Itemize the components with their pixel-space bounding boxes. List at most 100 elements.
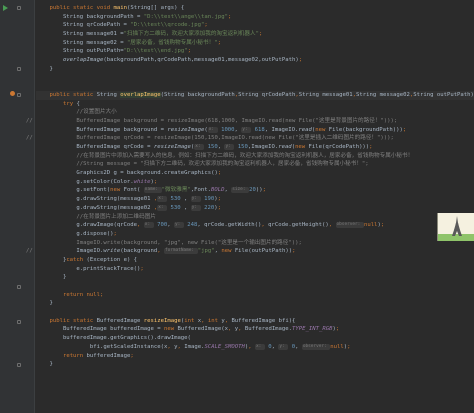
code-line[interactable]: //设置图片大小 <box>36 108 474 117</box>
code-line[interactable]: String outPutPath="D:\\test\\end.jpg"; <box>36 47 474 56</box>
code-token: (backgroundPath,qrCodePath,message01,mes… <box>103 57 299 64</box>
code-token: 20 <box>249 187 256 194</box>
code-token: , <box>228 326 235 333</box>
code-line[interactable]: } <box>36 360 474 369</box>
code-token: 1000 <box>217 126 235 133</box>
code-line[interactable]: Graphics2D g = background.createGraphics… <box>36 169 474 178</box>
code-token: , <box>180 196 191 203</box>
code-token: 700 <box>153 222 168 229</box>
code-token: ; <box>130 352 134 359</box>
code-token: TYPE_INT_RGB <box>292 326 333 333</box>
code-line[interactable]: String message01 ="扫描下方二维码，欢迎大家添加我的淘宝返利机… <box>36 30 474 39</box>
code-line[interactable]: String backgroundPath = "D:\\test\\ange\… <box>36 13 474 22</box>
code-line[interactable]: public static BufferedImage resizeImage(… <box>36 317 474 326</box>
code-line[interactable]: g.setFont(new Font( name: "微软雅黑",Font.BO… <box>36 186 474 195</box>
code-line[interactable]: BufferedImage background = resizeImage(6… <box>36 117 474 126</box>
code-line[interactable]: String qrCodePath = "D:\\test\\qrcode.jp… <box>36 21 474 30</box>
code-token: overlapImage <box>120 91 161 98</box>
code-line[interactable]: //在背景图片中添加入需要写入的信息，例如：扫描下方二维码，欢迎大家添加我的淘宝… <box>36 152 474 161</box>
code-token: null <box>363 222 378 229</box>
code-line[interactable]: //String message = "扫描下方二维码，欢迎大家添加我的淘宝返利… <box>36 160 474 169</box>
code-line[interactable]: ImageIO.write(background, formatName: "j… <box>36 247 474 256</box>
code-line[interactable]: g.drawImage(qrCode, x: 700, y: 248, qrCo… <box>36 221 474 230</box>
code-token: new <box>163 326 178 333</box>
code-token: ; <box>204 22 208 29</box>
code-line[interactable]: return bufferedImage; <box>36 352 474 361</box>
code-token: , <box>167 222 174 229</box>
code-token: (background <box>120 248 158 255</box>
code-token: 618 <box>251 126 265 133</box>
parameter-hint: x: <box>194 144 205 150</box>
fold-icon[interactable] <box>17 363 21 367</box>
code-token: return <box>62 352 87 359</box>
code-line[interactable]: } <box>36 273 474 282</box>
code-line[interactable]: g.dispose(); <box>36 230 474 239</box>
fold-icon[interactable] <box>17 285 21 289</box>
code-token: } <box>36 274 67 281</box>
code-token: Graphics2D g = background.createGraphics… <box>36 170 218 177</box>
code-token: ,Font. <box>190 187 212 194</box>
code-token: "D:\\test\\qrcode.jpg" <box>130 22 205 29</box>
code-line[interactable]: try { <box>36 100 474 109</box>
code-line[interactable]: BufferedImage background = resizeImage(x… <box>36 126 474 135</box>
fold-icon[interactable] <box>17 93 21 97</box>
parameter-hint: y: <box>173 222 184 229</box>
code-area[interactable]: public static void main(String[] args) {… <box>36 4 474 369</box>
code-token: resizeImage <box>167 126 205 133</box>
code-line[interactable]: g.setColor(Color.white); <box>36 178 474 187</box>
code-line[interactable] <box>36 82 474 91</box>
code-token: g.drawString(message01 <box>36 196 154 203</box>
code-line[interactable]: public static void main(String[] args) { <box>36 4 474 13</box>
code-line[interactable]: BufferedImage qrCode = resizeImage(150,1… <box>36 134 474 143</box>
code-line[interactable]: return null; <box>36 291 474 300</box>
code-line[interactable]: public static String overlapImage(String… <box>36 90 474 100</box>
method-reference-icon[interactable] <box>10 91 15 96</box>
code-token: , <box>248 343 255 350</box>
fold-icon[interactable] <box>17 6 21 10</box>
code-line[interactable]: overlapImage(backgroundPath,qrCodePath,m… <box>36 56 474 65</box>
code-token: new <box>295 144 309 150</box>
image-preview-thumbnail[interactable] <box>437 213 474 241</box>
code-token: File(outPutPath)) <box>234 248 293 255</box>
code-token: null <box>330 343 344 350</box>
run-icon[interactable] <box>3 5 8 11</box>
code-line[interactable]: } <box>36 65 474 74</box>
code-token: g.dispose() <box>36 230 114 237</box>
code-line[interactable] <box>36 308 474 317</box>
code-token: ; <box>369 144 373 150</box>
code-line[interactable]: g.drawString(message02 ,x: 530 , y: 220)… <box>36 204 474 213</box>
code-editor[interactable]: // // // public static void main(String[… <box>0 0 474 413</box>
parameter-hint: y: <box>190 196 201 203</box>
code-line[interactable]: } <box>36 299 474 308</box>
code-line[interactable]: BufferedImage bufferedImage = new Buffer… <box>36 325 474 334</box>
code-line[interactable]: String message02 = "居家必备，省钱购物专属小秘书！"; <box>36 39 474 48</box>
code-token: BufferedImage(x <box>177 326 228 333</box>
code-line[interactable] <box>36 74 474 83</box>
code-line[interactable]: BufferedImage qrCode = resizeImage(x: 15… <box>36 143 474 152</box>
code-line[interactable]: ImageIO.write(background, "jpg", new Fil… <box>36 239 474 248</box>
code-token: public static void <box>49 5 114 11</box>
code-token: ; <box>187 48 191 55</box>
code-line[interactable]: //在背景图片上添加二维码图片 <box>36 213 474 222</box>
code-line[interactable]: bfi.getScaledInstance(x, y, Image.SCALE_… <box>36 343 474 352</box>
code-token: ; <box>380 222 385 229</box>
code-token: g.drawString(message02 <box>36 204 154 211</box>
parameter-hint: x: <box>157 204 168 211</box>
code-line[interactable]: }catch (Exception e) { <box>36 256 474 265</box>
fold-icon[interactable] <box>17 67 21 71</box>
code-token: "扫描下方二维码，欢迎大家添加我的淘宝返利机器人" <box>123 31 259 38</box>
code-line[interactable]: e.printStackTrace(); <box>36 265 474 274</box>
code-token: , <box>271 343 279 350</box>
code-line[interactable]: g.drawString(message01 ,x: 530 , y: 190)… <box>36 195 474 204</box>
editor-gutter[interactable]: // // // <box>0 0 35 413</box>
code-line[interactable] <box>36 282 474 291</box>
fold-icon[interactable] <box>17 320 21 324</box>
code-token: 190 <box>200 196 215 203</box>
code-line[interactable]: bufferedImage.getGraphics().drawImage( <box>36 334 474 343</box>
